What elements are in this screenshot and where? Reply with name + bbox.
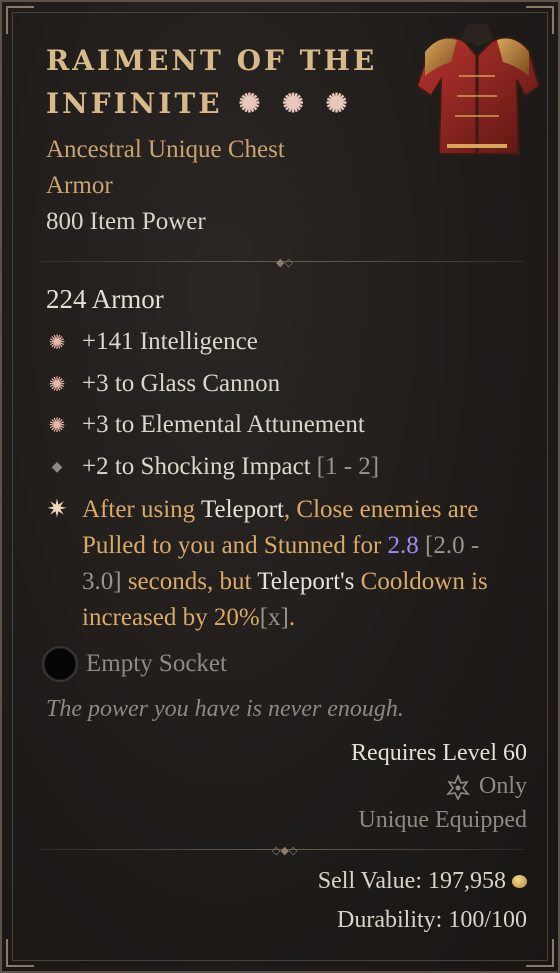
socket-label: Empty Socket: [86, 650, 227, 677]
greater-affix-star-icon: ✺: [48, 414, 66, 437]
armor-value: 224 Armor: [46, 284, 164, 314]
sorcerer-class-icon: [446, 773, 470, 800]
greater-affix-star-icon: ✺: [282, 89, 307, 119]
sell-value-text: Sell Value: 197,958: [317, 868, 506, 894]
greater-affix-star-icon: ✺: [48, 373, 66, 396]
unique-text: .: [288, 604, 296, 631]
item-name: Raiment of the Infinite ✺ ✺ ✺: [46, 40, 386, 125]
skill-name: Teleport: [200, 496, 284, 523]
class-restriction: Only: [445, 773, 527, 800]
greater-affix-star-icon: ✺: [48, 331, 66, 354]
frame-corner: [526, 939, 554, 967]
frame-corner: [6, 6, 34, 34]
item-tooltip: Raiment of the Infinite ✺ ✺ ✺: [0, 0, 560, 973]
skill-name: Teleport's: [257, 568, 355, 595]
stun-duration: 2.8: [387, 532, 419, 559]
affix-text: +2 to Shocking Impact: [82, 453, 311, 480]
unique-equipped: Unique Equipped: [358, 807, 527, 833]
affix-text: +3 to Glass Cannon: [82, 370, 281, 397]
item-power: 800 Item Power: [46, 208, 206, 235]
affix-range: [1 - 2]: [316, 453, 380, 480]
chest-armor-icon: [415, 24, 541, 155]
affix-text: +141 Intelligence: [82, 328, 258, 355]
flavor-text: The power you have is never enough.: [46, 696, 404, 722]
class-only-label: Only: [479, 773, 527, 799]
section-divider: ◇◆◇: [40, 844, 524, 857]
section-divider: ◆◇: [40, 256, 524, 269]
gold-coin-icon: [512, 875, 527, 888]
sell-value: Sell Value: 197,958: [318, 868, 527, 895]
unique-power: ✷ After using Teleport, Close enemies ar…: [46, 492, 516, 636]
item-type-line1: Ancestral Unique Chest: [46, 136, 285, 163]
item-name-line1: Raiment of the: [46, 44, 378, 77]
durability: Durability: 100/100: [337, 907, 527, 933]
socket-row: Empty Socket: [42, 646, 227, 682]
greater-affix-stars: ✺ ✺ ✺: [233, 82, 351, 125]
affix-row: ◆ +2 to Shocking Impact [1 - 2]: [46, 453, 380, 481]
affix-text: +3 to Elemental Attunement: [82, 411, 365, 438]
greater-affix-star-icon: ✺: [238, 89, 264, 119]
empty-socket-icon: [42, 646, 78, 682]
frame-corner: [6, 939, 34, 967]
unique-text: After using: [82, 496, 201, 523]
diamond-icon: ◆: [51, 459, 63, 475]
affix-row: ✺ +141 Intelligence: [46, 328, 258, 356]
unique-star-icon: ✷: [46, 496, 68, 523]
affix-row: ✺ +3 to Elemental Attunement: [46, 411, 365, 439]
item-type-line2: Armor: [46, 172, 113, 199]
level-requirement: Requires Level 60: [351, 740, 527, 766]
greater-affix-star-icon: ✺: [325, 89, 351, 119]
item-type: Ancestral Unique Chest Armor: [46, 132, 285, 204]
multiplier-tag: [x]: [259, 604, 289, 631]
item-name-line2: Infinite: [46, 86, 223, 120]
unique-text: seconds, but: [121, 568, 258, 595]
affix-row: ✺ +3 to Glass Cannon: [46, 370, 281, 398]
